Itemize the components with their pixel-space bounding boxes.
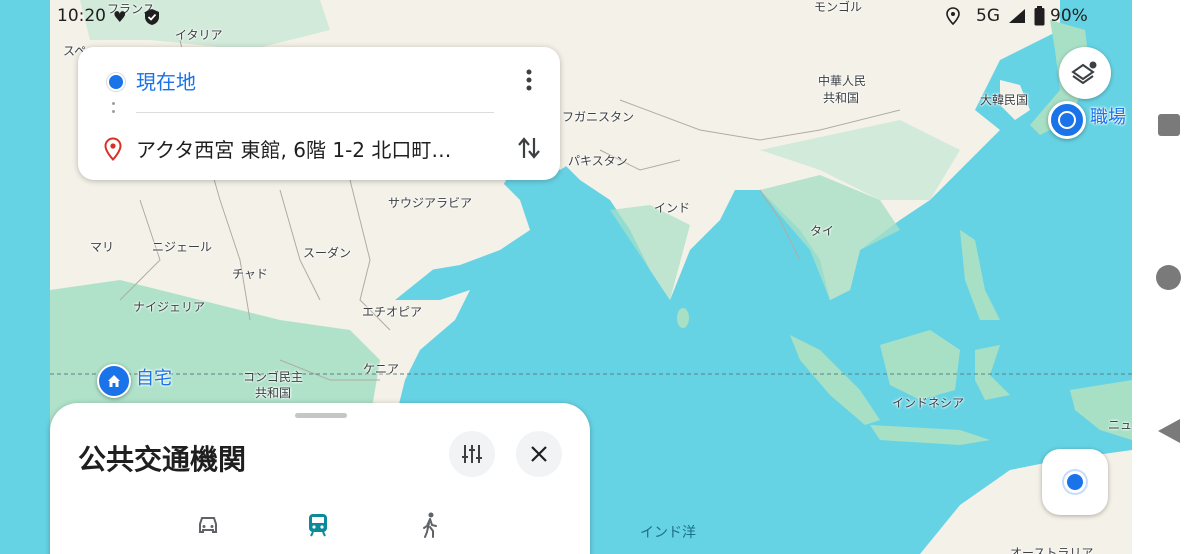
close-button[interactable] (516, 431, 562, 477)
sheet-title: 公共交通機関 (78, 443, 247, 476)
home-marker[interactable] (97, 364, 131, 398)
network-type: 5G (976, 6, 1000, 26)
label-indonesia: インドネシア (892, 396, 965, 410)
swap-vert-icon (518, 137, 540, 159)
home-nav-button[interactable] (1156, 265, 1181, 290)
sheet-drag-handle[interactable] (295, 413, 347, 418)
tune-icon (462, 445, 482, 463)
shield-check-icon (145, 9, 159, 25)
destination-field[interactable]: アクタ西宮 東館, 6階 1-2 北口町… (136, 134, 451, 163)
directions-card: 現在地 アクタ西宮 東館, 6階 1-2 北口町… (78, 47, 560, 180)
filter-button[interactable] (449, 431, 495, 477)
more-options-button[interactable] (514, 65, 544, 95)
signal-icon (1009, 9, 1025, 23)
more-vert-icon (526, 69, 532, 91)
back-button[interactable] (1156, 418, 1182, 444)
car-icon (199, 517, 217, 533)
label-saudi: サウジアラビア (388, 196, 473, 210)
label-australia: オーストラリア (1010, 546, 1094, 554)
my-location-button[interactable] (1042, 449, 1108, 515)
system-nav-bar (1132, 0, 1200, 554)
label-drc-2: 共和国 (255, 386, 292, 400)
bottom-sheet: 公共交通機関 (50, 403, 590, 554)
label-korea: 大韓民国 (980, 93, 1029, 107)
phone-screen: フランス イタリア スペ モンゴル 中華人民 共和国 大韓民国 フガニスタン パ… (0, 0, 1132, 554)
walk-icon (423, 512, 437, 538)
label-india: インド (654, 201, 691, 215)
close-icon (531, 446, 547, 462)
destination-pin-icon (104, 137, 122, 161)
work-label[interactable]: 職場 (1090, 108, 1126, 128)
label-ethiopia: エチオピア (362, 305, 423, 319)
location-icon (946, 7, 960, 25)
mode-drive-tab[interactable] (186, 507, 230, 543)
battery-level: 90% (1050, 6, 1088, 26)
layers-button[interactable] (1059, 47, 1111, 99)
label-mongolia: モンゴル (814, 0, 863, 14)
briefcase-icon (1058, 111, 1076, 129)
label-niger: ニジェール (152, 240, 213, 254)
label-indian-ocean: インド洋 (640, 525, 696, 541)
mode-transit-tab[interactable] (296, 505, 340, 545)
route-dots (112, 110, 115, 113)
train-icon (309, 514, 327, 537)
recents-button[interactable] (1158, 114, 1180, 136)
label-thailand: タイ (810, 224, 835, 238)
label-china-1: 中華人民 (818, 74, 867, 88)
home-label[interactable]: 自宅 (136, 369, 172, 389)
label-drc-1: コンゴ民主 (243, 370, 304, 384)
home-icon (108, 375, 120, 387)
label-chad: チャド (232, 267, 268, 281)
route-dots (112, 102, 115, 105)
layers-icon (1071, 61, 1097, 85)
heart-shield-icon: ♥ (113, 8, 127, 26)
label-afghanistan: フガニスタン (562, 110, 635, 124)
label-china-2: 共和国 (823, 91, 860, 105)
land-srilanka (677, 308, 689, 328)
status-time: 10:20 (57, 6, 106, 26)
label-nigeria: ナイジェリア (133, 300, 206, 314)
origin-dot-icon (107, 73, 125, 91)
my-location-icon (1064, 471, 1086, 493)
work-marker[interactable] (1048, 101, 1086, 139)
label-new-guinea: ニュ (1108, 418, 1132, 432)
label-sudan: スーダン (303, 246, 352, 260)
label-italy: イタリア (175, 28, 223, 42)
label-mali: マリ (90, 240, 115, 254)
mode-walk-tab[interactable] (408, 507, 452, 543)
field-divider (136, 112, 494, 113)
swap-button[interactable] (512, 131, 546, 165)
origin-field[interactable]: 現在地 (136, 66, 196, 95)
battery-icon (1034, 6, 1045, 26)
label-pakistan: パキスタン (568, 154, 628, 168)
label-kenya: ケニア (363, 362, 400, 376)
